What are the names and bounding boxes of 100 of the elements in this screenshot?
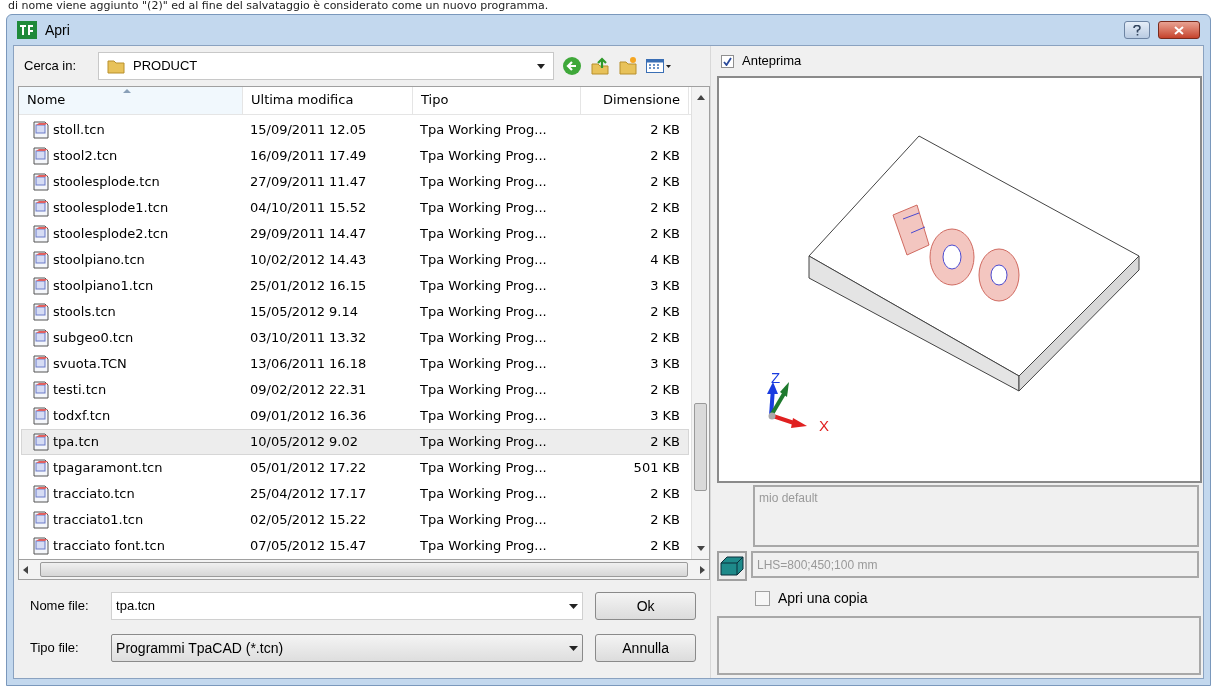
open-copy-checkbox[interactable] bbox=[755, 591, 770, 606]
caret-icon bbox=[569, 645, 579, 651]
file-row[interactable]: todxf.tcn 09/01/2012 16.36 Tpa Working Prog... 3 KB bbox=[21, 403, 689, 429]
file-row[interactable]: tpagaramont.tcn 05/01/2012 17.22 Tpa Working Prog... 501 KB bbox=[21, 455, 689, 481]
table-cell-text: Tpa Working Prog... bbox=[419, 277, 548, 296]
scroll-right-icon[interactable] bbox=[700, 565, 705, 574]
table-cell-text: 09/02/2012 22.31 bbox=[249, 381, 368, 400]
table-cell-text: 501 KB bbox=[632, 459, 681, 478]
file-row[interactable]: tracciato1.tcn 02/05/2012 15.22 Tpa Working Prog... 2 KB bbox=[21, 507, 689, 533]
file-name: stoll.tcn bbox=[53, 121, 105, 140]
sort-ascending-icon bbox=[123, 89, 131, 93]
file-row[interactable]: tracciato font.tcn 07/05/2012 15.47 Tpa Working Prog... 2 KB bbox=[21, 533, 689, 559]
file-row[interactable]: stoolpiano.tcn 10/02/2012 14.43 Tpa Working Prog... 4 KB bbox=[21, 247, 689, 273]
preview-label: Anteprima bbox=[742, 52, 802, 71]
file-name: stoolpiano.tcn bbox=[53, 251, 145, 270]
table-cell-text: 07/05/2012 15.47 bbox=[249, 537, 368, 556]
close-button[interactable] bbox=[1158, 21, 1200, 39]
table-cell-text: Tpa Working Prog... bbox=[419, 251, 548, 270]
file-row[interactable]: tracciato.tcn 25/04/2012 17.17 Tpa Working Prog... 2 KB bbox=[21, 481, 689, 507]
scroll-thumb[interactable] bbox=[694, 403, 707, 491]
table-cell-text: 10/02/2012 14.43 bbox=[249, 251, 368, 270]
open-copy-label: Apri una copia bbox=[778, 589, 868, 608]
table-cell-text: 13/06/2011 16.18 bbox=[249, 355, 368, 374]
file-row[interactable]: stoolpiano1.tcn 25/01/2012 16.15 Tpa Working Prog... 3 KB bbox=[21, 273, 689, 299]
help-button[interactable] bbox=[1124, 21, 1150, 39]
file-name: subgeo0.tcn bbox=[53, 329, 134, 348]
file-name: tpagaramont.tcn bbox=[53, 459, 163, 478]
close-icon bbox=[1174, 25, 1184, 35]
scroll-down-icon[interactable] bbox=[696, 546, 705, 551]
checkmark-icon bbox=[723, 56, 732, 66]
file-name: tpa.tcn bbox=[53, 433, 99, 452]
vertical-scrollbar[interactable] bbox=[691, 87, 709, 559]
file-name: stoolesplode2.tcn bbox=[53, 225, 169, 244]
folder-icon bbox=[107, 58, 125, 74]
file-row[interactable]: subgeo0.tcn 03/10/2011 13.32 Tpa Working Prog... 2 KB bbox=[21, 325, 689, 351]
file-name: svuota.TCN bbox=[53, 355, 127, 374]
file-icon bbox=[32, 147, 50, 165]
file-row[interactable]: stoolesplode1.tcn 04/10/2011 15.52 Tpa Working Prog... 2 KB bbox=[21, 195, 689, 221]
table-cell-text: Tpa Working Prog... bbox=[419, 225, 548, 244]
table-cell-text: Tpa Working Prog... bbox=[419, 147, 548, 166]
scroll-left-icon[interactable] bbox=[23, 565, 28, 574]
file-icon bbox=[32, 225, 50, 243]
look-in-dropdown[interactable]: PRODUCT bbox=[98, 52, 554, 80]
file-row[interactable]: stoolesplode.tcn 27/09/2011 11.47 Tpa Working Prog... 2 KB bbox=[21, 169, 689, 195]
file-icon bbox=[32, 199, 50, 217]
file-row[interactable]: testi.tcn 09/02/2012 22.31 Tpa Working Prog... 2 KB bbox=[21, 377, 689, 403]
file-row[interactable]: stool2.tcn 16/09/2011 17.49 Tpa Working Prog... 2 KB bbox=[21, 143, 689, 169]
preview-checkbox[interactable] bbox=[721, 54, 734, 68]
file-icon bbox=[32, 407, 50, 425]
file-icon bbox=[32, 355, 50, 373]
file-name-label: Nome file: bbox=[30, 597, 90, 616]
table-cell-text: 27/09/2011 11.47 bbox=[249, 173, 368, 192]
scroll-up-icon[interactable] bbox=[696, 95, 705, 100]
table-cell-text: 2 KB bbox=[649, 173, 681, 192]
file-icon bbox=[32, 459, 50, 477]
scroll-thumb[interactable] bbox=[40, 562, 688, 577]
table-cell-text: 15/05/2012 9.14 bbox=[249, 303, 359, 322]
caption-text: di nome viene aggiunto "(2)" ed al fine del salvataggio è considerato come un nuovo programma. bbox=[7, 0, 550, 12]
file-row[interactable]: tpa.tcn 10/05/2012 9.02 Tpa Working Prog... 2 KB bbox=[21, 429, 689, 455]
file-name: tracciato.tcn bbox=[53, 485, 135, 504]
file-row[interactable]: stools.tcn 15/05/2012 9.14 Tpa Working Prog... 2 KB bbox=[21, 299, 689, 325]
file-name: tracciato1.tcn bbox=[53, 511, 144, 530]
file-row[interactable]: svuota.TCN 13/06/2011 16.18 Tpa Working Prog... 3 KB bbox=[21, 351, 689, 377]
file-row[interactable]: stoll.tcn 15/09/2011 12.05 Tpa Working Prog... 2 KB bbox=[21, 117, 689, 143]
column-header[interactable]: Nome bbox=[19, 87, 243, 114]
cancel-button[interactable]: Annulla bbox=[595, 634, 696, 662]
file-name-field[interactable]: tpa.tcn bbox=[111, 592, 584, 620]
table-cell-text: 05/01/2012 17.22 bbox=[249, 459, 368, 478]
ok-button[interactable]: Ok bbox=[595, 592, 696, 620]
table-cell-text: Tpa Working Prog... bbox=[419, 355, 548, 374]
table-cell-text: 25/01/2012 16.15 bbox=[249, 277, 368, 296]
table-cell-text: 3 KB bbox=[649, 355, 681, 374]
file-name: stoolpiano1.tcn bbox=[53, 277, 154, 296]
look-in-label: Cerca in: bbox=[24, 57, 78, 76]
up-folder-icon[interactable] bbox=[590, 56, 610, 76]
table-cell-text: 2 KB bbox=[649, 511, 681, 530]
file-icon bbox=[32, 329, 50, 347]
table-cell-text: 2 KB bbox=[649, 225, 681, 244]
table-cell-text: Tpa Working Prog... bbox=[419, 329, 548, 348]
file-row[interactable]: stoolesplode2.tcn 29/09/2011 14.47 Tpa Working Prog... 2 KB bbox=[21, 221, 689, 247]
file-icon bbox=[32, 511, 50, 529]
table-cell-text: 03/10/2011 13.32 bbox=[249, 329, 368, 348]
view-menu-icon[interactable] bbox=[646, 58, 672, 74]
table-cell-text: Tpa Working Prog... bbox=[419, 537, 548, 556]
table-cell-text: 09/01/2012 16.36 bbox=[249, 407, 368, 426]
table-cell-text: 2 KB bbox=[649, 199, 681, 218]
table-cell-text: 2 KB bbox=[649, 147, 681, 166]
table-cell-text: Tpa Working Prog... bbox=[419, 511, 548, 530]
file-type-dropdown[interactable]: Programmi TpaCAD (*.tcn) bbox=[111, 634, 584, 662]
dimensions-button[interactable] bbox=[717, 551, 747, 581]
table-cell-text: Tpa Working Prog... bbox=[419, 303, 548, 322]
table-cell-text: Tpa Working Prog... bbox=[419, 121, 548, 140]
caret-icon bbox=[537, 63, 545, 69]
axis-label: Z bbox=[771, 370, 781, 385]
window-title: Apri bbox=[45, 20, 70, 40]
table-cell-text: 25/04/2012 17.17 bbox=[249, 485, 368, 504]
cube-icon bbox=[720, 556, 744, 576]
table-cell-text: 3 KB bbox=[649, 407, 681, 426]
question-mark-icon bbox=[1133, 24, 1141, 36]
horizontal-scrollbar[interactable] bbox=[18, 560, 710, 580]
